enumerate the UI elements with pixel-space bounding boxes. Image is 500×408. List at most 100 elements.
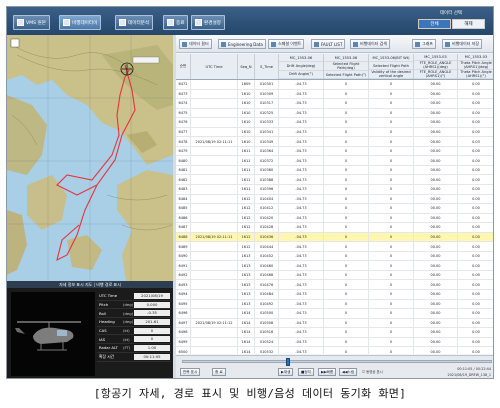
table-cell — [191, 299, 238, 309]
table-cell: 010364 — [255, 146, 279, 156]
table-row[interactable]: 6481 1611 010380 -04.73 0 0 00.00 0.00 — [176, 165, 493, 176]
table-row[interactable]: 6475 1610 010325 -04.73 0 0 00.00 0.00 — [176, 108, 493, 119]
table-row[interactable]: 6487 1612 010428 -04.73 0 0 00.00 0.00 — [176, 223, 493, 233]
table-cell: 0.00 — [458, 223, 493, 232]
table-row[interactable]: 6496 1614 010500 -04.73 0 0 00.00 0.00 — [176, 309, 493, 319]
export-button[interactable]: 비행데이터 저장 — [442, 39, 483, 49]
table-cell: 1610 — [238, 127, 255, 137]
table-row[interactable]: 6485 1612 010412 -04.73 0 0 00.00 0.00 — [176, 204, 493, 214]
table-row[interactable]: 6494 1613 010484 -04.73 0 0 00.00 0.00 — [176, 290, 493, 300]
table-cell: 010412 — [255, 204, 279, 213]
table-row[interactable]: 6486 1612 010420 -04.73 0 0 00.00 0.00 — [176, 213, 493, 224]
column-header[interactable]: MC_1553-03 Theta Pitch Angle (AHRS1)(deg)… — [458, 54, 493, 79]
table-cell: -04.73 — [279, 337, 324, 347]
repeat-button[interactable]: 반복 표시 — [180, 368, 201, 376]
table-cell: 0 — [324, 251, 369, 261]
table-cell: 0 — [324, 194, 369, 204]
table-cell: 1612 — [238, 194, 255, 204]
table-cell: 6477 — [176, 127, 191, 137]
fast-button[interactable]: ▶▶빠름 — [318, 368, 337, 376]
table-cell: 0 — [369, 213, 414, 223]
table-row[interactable]: 6497 2021/08/19 02:11:12 1614 010508 -04.73 0… — [176, 318, 493, 329]
table-row[interactable]: 6483 1611 010396 -04.73 0 0 00.00 0.00 — [176, 185, 493, 195]
table-cell: 2021/08/19 02:11:11 — [191, 232, 238, 242]
table-cell: 0.00 — [458, 99, 493, 108]
table-row[interactable]: 6491 1613 010460 -04.73 0 0 00.00 0.00 — [176, 261, 493, 271]
table-cell: 0.00 — [458, 175, 493, 184]
table-row[interactable]: 6498 1614 010516 -04.73 0 0 00.00 0.00 — [176, 328, 493, 338]
stop-button[interactable]: ■정지 — [298, 368, 315, 376]
column-header[interactable]: MC_1553-06 Selected Flight Path(deg) Selec… — [324, 54, 369, 79]
settings-button[interactable]: 환경설정 — [191, 15, 225, 30]
table-cell: 010436 — [255, 232, 279, 242]
column-header[interactable]: S_Time — [255, 54, 279, 79]
table-row[interactable]: 6495 1613 010492 -04.73 0 0 00.00 0.00 — [176, 299, 493, 310]
timeline-slider[interactable] — [182, 358, 492, 366]
table-row[interactable]: 6477 1610 010341 -04.73 0 0 00.00 0.00 — [176, 127, 493, 138]
data-filter-button[interactable]: 데이터 필터 — [179, 39, 212, 49]
table-cell: 1614 — [238, 328, 255, 337]
exit-button[interactable]: 종료 — [163, 15, 189, 30]
table-row[interactable]: 6492 1613 010468 -04.73 0 0 00.00 0.00 — [176, 270, 493, 281]
timeline-thumb[interactable] — [286, 358, 290, 366]
table-cell: -04.73 — [279, 127, 324, 137]
column-header[interactable]: 순번 — [176, 54, 191, 79]
table-cell: 6495 — [176, 299, 191, 309]
table-cell: 0 — [324, 99, 369, 108]
deselect-button[interactable]: 해제 — [452, 19, 485, 29]
play-button[interactable]: ▶재생 — [278, 368, 294, 376]
table-cell — [191, 118, 238, 127]
table-row[interactable]: 6472 1609 010301 -04.73 0 0 00.00 0.00 — [176, 80, 493, 90]
table-cell: 0.00 — [458, 242, 493, 251]
table-row[interactable]: 6473 1610 010309 -04.73 0 0 00.00 0.00 — [176, 89, 493, 100]
column-header[interactable]: Seq_N — [238, 54, 255, 79]
end-button[interactable]: 종 료 — [212, 368, 226, 376]
flight-map[interactable]: 자세 정보 표시 지도 | 비행 경로 표시 — [7, 35, 173, 288]
table-row[interactable]: 6482 1611 010388 -04.73 0 0 00.00 0.00 — [176, 175, 493, 186]
table-row[interactable]: 6490 1613 010452 -04.73 0 0 00.00 0.00 — [176, 251, 493, 262]
attitude-row: UTC Time2021/08/19 02:11:05 — [97, 292, 171, 304]
table-cell: 6482 — [176, 175, 191, 185]
table-row[interactable]: 6493 1613 010476 -04.73 0 0 00.00 0.00 — [176, 280, 493, 291]
column-header[interactable]: MC_1553-06(BIT Wt) Selected Flight Path Va… — [369, 54, 414, 79]
table-row[interactable]: 6489 1612 010444 -04.73 0 0 00.00 0.00 — [176, 242, 493, 252]
table-cell: 0 — [369, 99, 414, 108]
table-row[interactable]: 6474 1610 010317 -04.73 0 0 00.00 0.00 — [176, 99, 493, 109]
column-header[interactable]: MC_1553-03 FTE_ROLE_ANGLE (AHRS1)(deg) FTE… — [414, 54, 458, 79]
table-cell: 1614 — [238, 318, 255, 328]
table-row[interactable]: 6499 1614 010524 -04.73 0 0 00.00 0.00 — [176, 337, 493, 348]
attitude-row: Roll (deg) -0.35 — [97, 309, 171, 319]
table-cell: 6499 — [176, 337, 191, 347]
table-cell: 0.00 — [458, 233, 493, 242]
slow-button[interactable]: ◀◀느림 — [339, 368, 358, 376]
column-header[interactable]: UTC Time — [191, 54, 238, 79]
table-row[interactable]: 6479 1611 010364 -04.73 0 0 00.00 0.00 — [176, 146, 493, 157]
special-event-button[interactable]: 스페셜 이벤트 — [268, 39, 305, 49]
table-row[interactable]: 6500 1614 010532 -04.73 0 0 00.00 0.00 — [176, 347, 493, 354]
flight-data-button[interactable]: 비행데이터이 — [59, 15, 102, 30]
table-row[interactable]: 6478 2021/08/19 02:11:11 1610 010349 -04.73 0… — [176, 137, 493, 147]
table-cell: 1613 — [238, 270, 255, 280]
table-row[interactable]: 6476 1610 010333 -04.73 0 0 00.00 0.00 — [176, 118, 493, 128]
video-display-checkbox[interactable]: ☑ 동영상 표시 — [362, 369, 383, 374]
data-analysis-button[interactable]: 데이터분석 — [115, 15, 154, 30]
fault-list-button[interactable]: FAULT LIST — [311, 39, 346, 49]
table-cell — [191, 328, 238, 337]
exit-icon — [167, 19, 174, 26]
table-row[interactable]: 6488 2021/08/19 02:11:11 1612 010436 -04.73 0… — [176, 232, 493, 243]
table-cell: 010516 — [255, 328, 279, 337]
table-row[interactable]: 6480 1611 010372 -04.73 0 0 00.00 0.00 — [176, 156, 493, 166]
table-cell: 1610 — [238, 108, 255, 118]
flight-data-search-button[interactable]: 비행데이터 검색 — [350, 39, 391, 49]
vms-button[interactable]: VMS 원본 — [13, 15, 50, 30]
table-row[interactable]: 6484 1612 010404 -04.73 0 0 00.00 0.00 — [176, 194, 493, 205]
table-cell: 00.00 — [414, 156, 458, 165]
table-cell: 00.00 — [414, 204, 458, 213]
select-all-button[interactable]: 전체 — [418, 19, 451, 29]
flight-data-table[interactable]: 순번 UTC Time Seq_N S_Time MC_1553-06 Drift… — [176, 54, 493, 354]
table-cell: 0 — [369, 309, 414, 318]
graph-button[interactable]: 그래프 — [412, 39, 437, 49]
engineering-data-button[interactable]: Engineering Data — [218, 39, 266, 49]
column-header[interactable]: MC_1553-06 Drift Angle(deg) Drift Angle(°) — [279, 54, 324, 79]
table-cell: 6472 — [176, 80, 191, 89]
